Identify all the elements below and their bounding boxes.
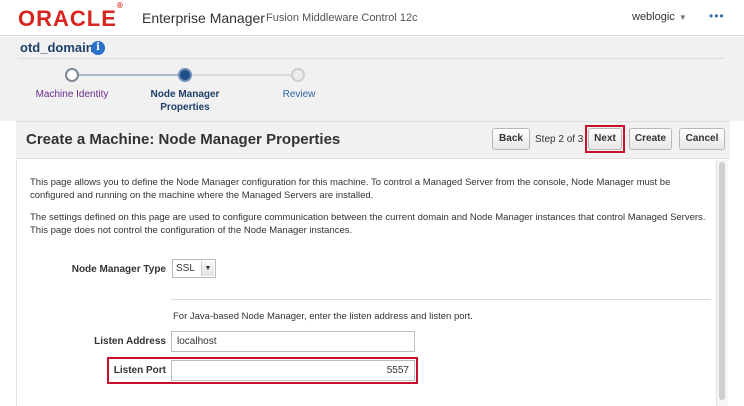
chevron-down-icon: ▼ <box>201 261 214 276</box>
oracle-logo: ORACLE® <box>18 0 124 31</box>
product-subtitle: Fusion Middleware Control 12c <box>266 12 418 24</box>
chevron-down-icon: ▼ <box>678 13 687 22</box>
section-divider <box>171 299 711 300</box>
step-indicator: Step 2 of 3 <box>535 134 584 145</box>
back-button[interactable]: Back <box>492 128 530 150</box>
train-stop-machine-identity[interactable] <box>65 68 79 82</box>
page-title: Create a Machine: Node Manager Propertie… <box>26 131 341 148</box>
domain-title[interactable]: otd_domain <box>20 40 94 55</box>
node-manager-type-select[interactable]: SSL ▼ <box>172 259 216 278</box>
scrollbar-thumb[interactable] <box>719 162 725 400</box>
description-paragraph-2: The settings defined on this page are us… <box>30 212 706 236</box>
node-manager-type-label: Node Manager Type <box>71 264 166 275</box>
product-name: Enterprise Manager <box>142 10 265 26</box>
domain-divider <box>18 58 724 59</box>
more-options-icon[interactable]: ••• <box>709 9 725 23</box>
train-connector-1 <box>74 74 184 76</box>
listen-address-input[interactable]: localhost <box>171 331 415 352</box>
create-button[interactable]: Create <box>629 128 672 150</box>
user-menu[interactable]: weblogic ▼ <box>632 11 687 23</box>
user-name: weblogic <box>632 11 675 23</box>
cancel-button[interactable]: Cancel <box>679 128 725 150</box>
train-label-machine-identity[interactable]: Machine Identity <box>22 88 122 101</box>
description-paragraph-1: This page allows you to define the Node … <box>30 177 671 201</box>
train-label-review: Review <box>282 89 316 100</box>
listen-hint-text: For Java-based Node Manager, enter the l… <box>173 311 473 322</box>
info-icon[interactable]: i <box>91 41 105 55</box>
next-highlight-box <box>585 125 625 153</box>
train-label-node-manager: Node Manager Properties <box>150 89 220 113</box>
listen-port-highlight-box <box>107 357 418 384</box>
domain-area <box>0 37 744 121</box>
node-manager-type-value: SSL <box>176 263 195 274</box>
train-stop-review <box>291 68 305 82</box>
listen-address-label: Listen Address <box>94 336 166 347</box>
train-stop-node-manager <box>178 68 192 82</box>
train-connector-2 <box>192 74 298 76</box>
